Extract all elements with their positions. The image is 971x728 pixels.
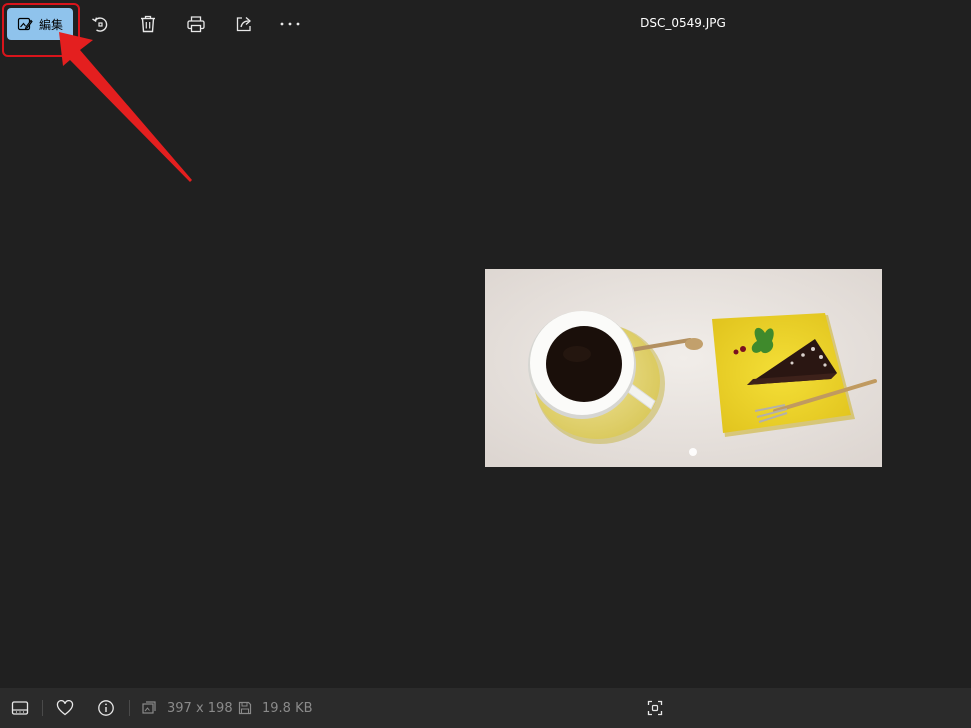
edit-icon (17, 16, 33, 32)
file-name-title: DSC_0549.JPG (640, 16, 726, 30)
status-separator (42, 700, 43, 716)
status-separator (129, 700, 130, 716)
filmstrip-icon[interactable] (8, 696, 32, 720)
photo-viewer-window: 編集 DSC_0549.JPG 397 x 198 19.8 KB (0, 0, 971, 728)
fit-screen-icon[interactable] (643, 696, 667, 720)
share-icon[interactable] (232, 12, 256, 36)
status-bar: 397 x 198 19.8 KB (0, 688, 971, 728)
dimensions-icon (139, 696, 159, 720)
favorite-icon[interactable] (53, 696, 77, 720)
info-icon[interactable] (94, 696, 118, 720)
more-icon[interactable] (278, 12, 302, 36)
save-icon (235, 696, 255, 720)
annotation-arrow (59, 32, 192, 182)
file-size-text: 19.8 KB (262, 701, 313, 716)
photo-image (485, 269, 882, 467)
image-dimensions-text: 397 x 198 (167, 701, 233, 716)
